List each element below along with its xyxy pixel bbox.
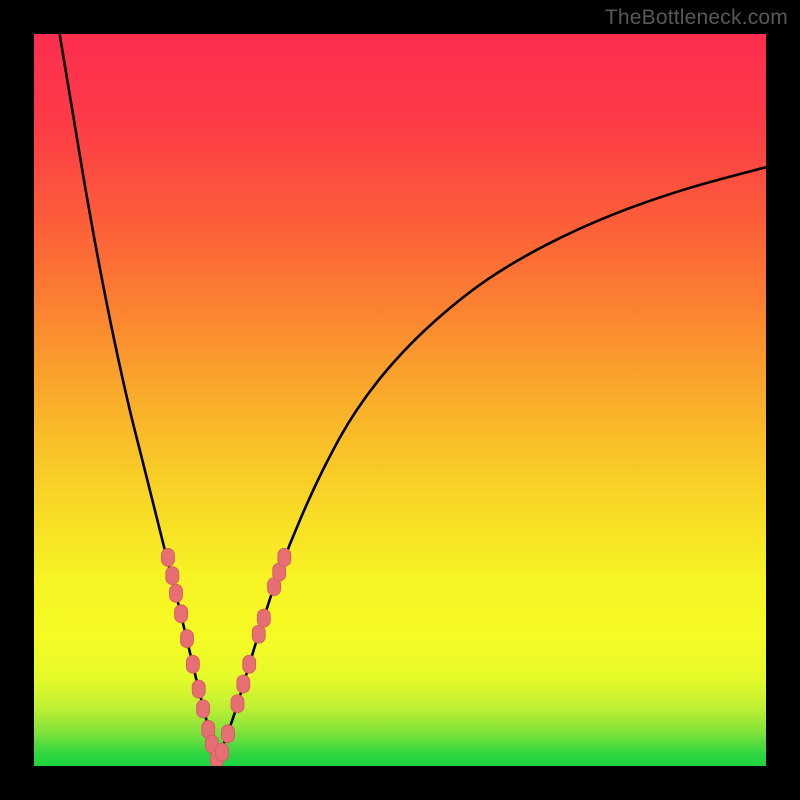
curve-left-branch [60,34,217,762]
marker-layer [161,548,290,766]
data-marker [192,680,205,698]
data-marker [221,725,234,743]
watermark-text: TheBottleneck.com [605,6,788,30]
data-marker [243,655,256,673]
chart-svg [34,34,766,766]
data-marker [257,609,270,627]
data-marker [197,700,210,718]
data-marker [161,548,174,566]
data-marker [278,548,291,566]
data-marker [237,675,250,693]
data-marker [166,567,179,585]
data-marker [170,584,183,602]
data-marker [175,605,188,623]
data-marker [252,625,265,643]
data-marker [180,630,193,648]
data-marker [186,655,199,673]
data-marker [216,743,229,761]
plot-area [34,34,766,766]
curve-right-branch [217,167,766,762]
data-marker [231,695,244,713]
